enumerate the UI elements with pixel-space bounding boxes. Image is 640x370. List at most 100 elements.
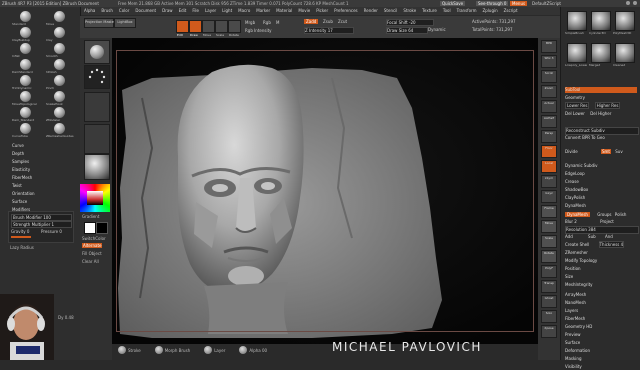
brush-modifier-slider[interactable]: Brush Modifier 100: [11, 214, 72, 221]
quicksave-button[interactable]: QuickSave: [440, 1, 466, 6]
section-layers[interactable]: Layers: [565, 308, 637, 314]
section-deformation[interactable]: Deformation: [565, 348, 637, 354]
higher-res-button[interactable]: Higher Res: [594, 102, 621, 109]
menu-item-color[interactable]: Color: [119, 7, 129, 15]
left-section-twist[interactable]: Twist: [12, 183, 22, 188]
menu-item-zscript[interactable]: Zscript: [504, 7, 518, 15]
fill-object-button[interactable]: Fill Object: [82, 251, 102, 256]
clear-all-button[interactable]: Clear All: [82, 259, 99, 264]
left-section-curve[interactable]: Curve: [12, 143, 24, 148]
menu-item-preferences[interactable]: Preferences: [334, 7, 358, 15]
shelf-frame-button[interactable]: Frame: [541, 205, 557, 218]
shelf-spix-3-button[interactable]: SPix 3: [541, 55, 557, 68]
left-section-depth[interactable]: Depth: [12, 151, 24, 156]
zsub-button[interactable]: Zsub: [323, 19, 333, 24]
del-higher-button[interactable]: Del Higher: [590, 111, 611, 116]
project-button[interactable]: Project: [600, 219, 614, 224]
section-visibility[interactable]: Visibility: [565, 364, 637, 370]
menu-item-edit[interactable]: Edit: [179, 7, 187, 15]
brush-damstandard-icon[interactable]: [20, 59, 31, 70]
menu-item-draw[interactable]: Draw: [162, 7, 172, 15]
default-zscript[interactable]: DefaultZScript: [532, 1, 561, 6]
gradient-label[interactable]: Gradient: [82, 214, 99, 219]
zcut-button[interactable]: Zcut: [338, 19, 347, 24]
switch-color-button[interactable]: SwitchColor: [82, 236, 106, 241]
pressure-slider[interactable]: Pressure 0: [41, 229, 69, 234]
left-section-elasticity[interactable]: Elasticity: [12, 167, 30, 172]
bottom-layer-button[interactable]: Layer: [204, 346, 225, 354]
shelf-solo-button[interactable]: Solo: [541, 310, 557, 323]
shelf-rotate-button[interactable]: Rotate: [541, 250, 557, 263]
add-button[interactable]: Add: [565, 234, 573, 239]
m-button[interactable]: M: [276, 20, 279, 25]
lower-res-button[interactable]: Lower Res: [565, 102, 590, 109]
shelf-scroll-button[interactable]: Scroll: [541, 70, 557, 83]
left-section-fibermesh[interactable]: FiberMesh: [12, 175, 32, 180]
dynamesh-section[interactable]: DynaMesh: [565, 203, 637, 209]
left-section-surface[interactable]: Surface: [12, 199, 27, 204]
tool-thumbnail-cleaned[interactable]: [615, 43, 635, 63]
brush-curvetube-icon[interactable]: [20, 123, 31, 134]
rgb-button[interactable]: Rgb: [263, 20, 271, 25]
menu-item-macro[interactable]: Macro: [238, 7, 250, 15]
create-shell-button[interactable]: Create Shell: [565, 242, 589, 247]
section-nanomesh[interactable]: NanoMesh: [565, 300, 637, 306]
brush-hpolish-icon[interactable]: [54, 59, 65, 70]
left-section-samples[interactable]: Samples: [12, 159, 29, 164]
left-section-orientation[interactable]: Orientation: [12, 191, 35, 196]
crease-section[interactable]: Crease: [565, 179, 637, 185]
suv-toggle[interactable]: Suv: [615, 149, 622, 154]
menu-item-file[interactable]: File: [192, 7, 199, 15]
color-picker[interactable]: [80, 184, 110, 212]
scale-button[interactable]: Scale: [215, 20, 228, 37]
shelf-polyf-button[interactable]: PolyF: [541, 265, 557, 278]
secondary-color-swatch[interactable]: [96, 222, 108, 234]
menus-button[interactable]: Menus: [510, 1, 528, 6]
edit-button[interactable]: Edit: [176, 20, 189, 37]
tool-thumbnail-merged[interactable]: [591, 43, 611, 63]
lazy-radius-label[interactable]: Lazy Radius: [10, 245, 34, 250]
resolution-slider[interactable]: Resolution 384: [565, 226, 639, 234]
menu-item-stencil[interactable]: Stencil: [384, 7, 398, 15]
color-picker-square[interactable]: [87, 191, 103, 205]
brush-claybuildup-icon[interactable]: [20, 27, 31, 38]
close-icon[interactable]: [633, 1, 637, 5]
edgeloop-section[interactable]: EdgeLoop: [565, 171, 637, 177]
menu-item-material[interactable]: Material: [276, 7, 292, 15]
brush-inflat-icon[interactable]: [20, 43, 31, 54]
brush-trimdynamic-icon[interactable]: [20, 75, 31, 86]
section-preview[interactable]: Preview: [565, 332, 637, 338]
mrgb-button[interactable]: Mrgb: [245, 20, 255, 25]
menu-item-picker[interactable]: Picker: [316, 7, 328, 15]
bottom-morph-brush-button[interactable]: Morph Brush: [154, 346, 190, 354]
blur-slider[interactable]: Blur 2: [565, 219, 577, 224]
bottom-stroke-button[interactable]: Stroke: [118, 346, 141, 354]
shelf-local-button[interactable]: Local: [541, 160, 557, 173]
tool-thumbnail-polymesh3d[interactable]: [615, 11, 635, 31]
menu-item-texture[interactable]: Texture: [422, 7, 437, 15]
material-sphere-icon[interactable]: [84, 154, 110, 180]
strength-multiplier-slider[interactable]: Strength Multiplier 1: [11, 221, 72, 228]
section-masking[interactable]: Masking: [565, 356, 637, 362]
bottom-alpha-00-button[interactable]: Alpha 00: [239, 346, 267, 354]
dynamic-button[interactable]: Dynamic: [428, 27, 446, 32]
alternate-button[interactable]: Alternate: [82, 243, 103, 248]
menu-item-render[interactable]: Render: [364, 7, 378, 15]
menu-item-document[interactable]: Document: [135, 7, 156, 15]
lightbox-button[interactable]: LightBox: [114, 18, 136, 28]
tool-thumbnail-cylinder3d[interactable]: [591, 11, 611, 31]
shelf-ghost-button[interactable]: Ghost: [541, 295, 557, 308]
shelf-gxyz-button[interactable]: Gxyz: [541, 190, 557, 203]
zadd-button[interactable]: Zadd: [304, 19, 319, 24]
draw-button[interactable]: Draw: [189, 20, 202, 37]
see-through-slider[interactable]: See-through 0: [476, 1, 509, 6]
section-fibermesh[interactable]: FiberMesh: [565, 316, 637, 322]
modify-topology-section[interactable]: Modify Topology: [565, 258, 637, 264]
focal-shift-slider[interactable]: Focal Shift -20: [386, 19, 434, 26]
divide-button[interactable]: Divide: [565, 149, 578, 154]
shelf-zoom-button[interactable]: Zoom: [541, 85, 557, 98]
zremesher-section[interactable]: ZRemesher: [565, 250, 637, 256]
del-lower-button[interactable]: Del Lower: [565, 111, 585, 116]
shadowbox-section[interactable]: ShadowBox: [565, 187, 637, 193]
rotate-button[interactable]: Rotate: [228, 20, 241, 37]
